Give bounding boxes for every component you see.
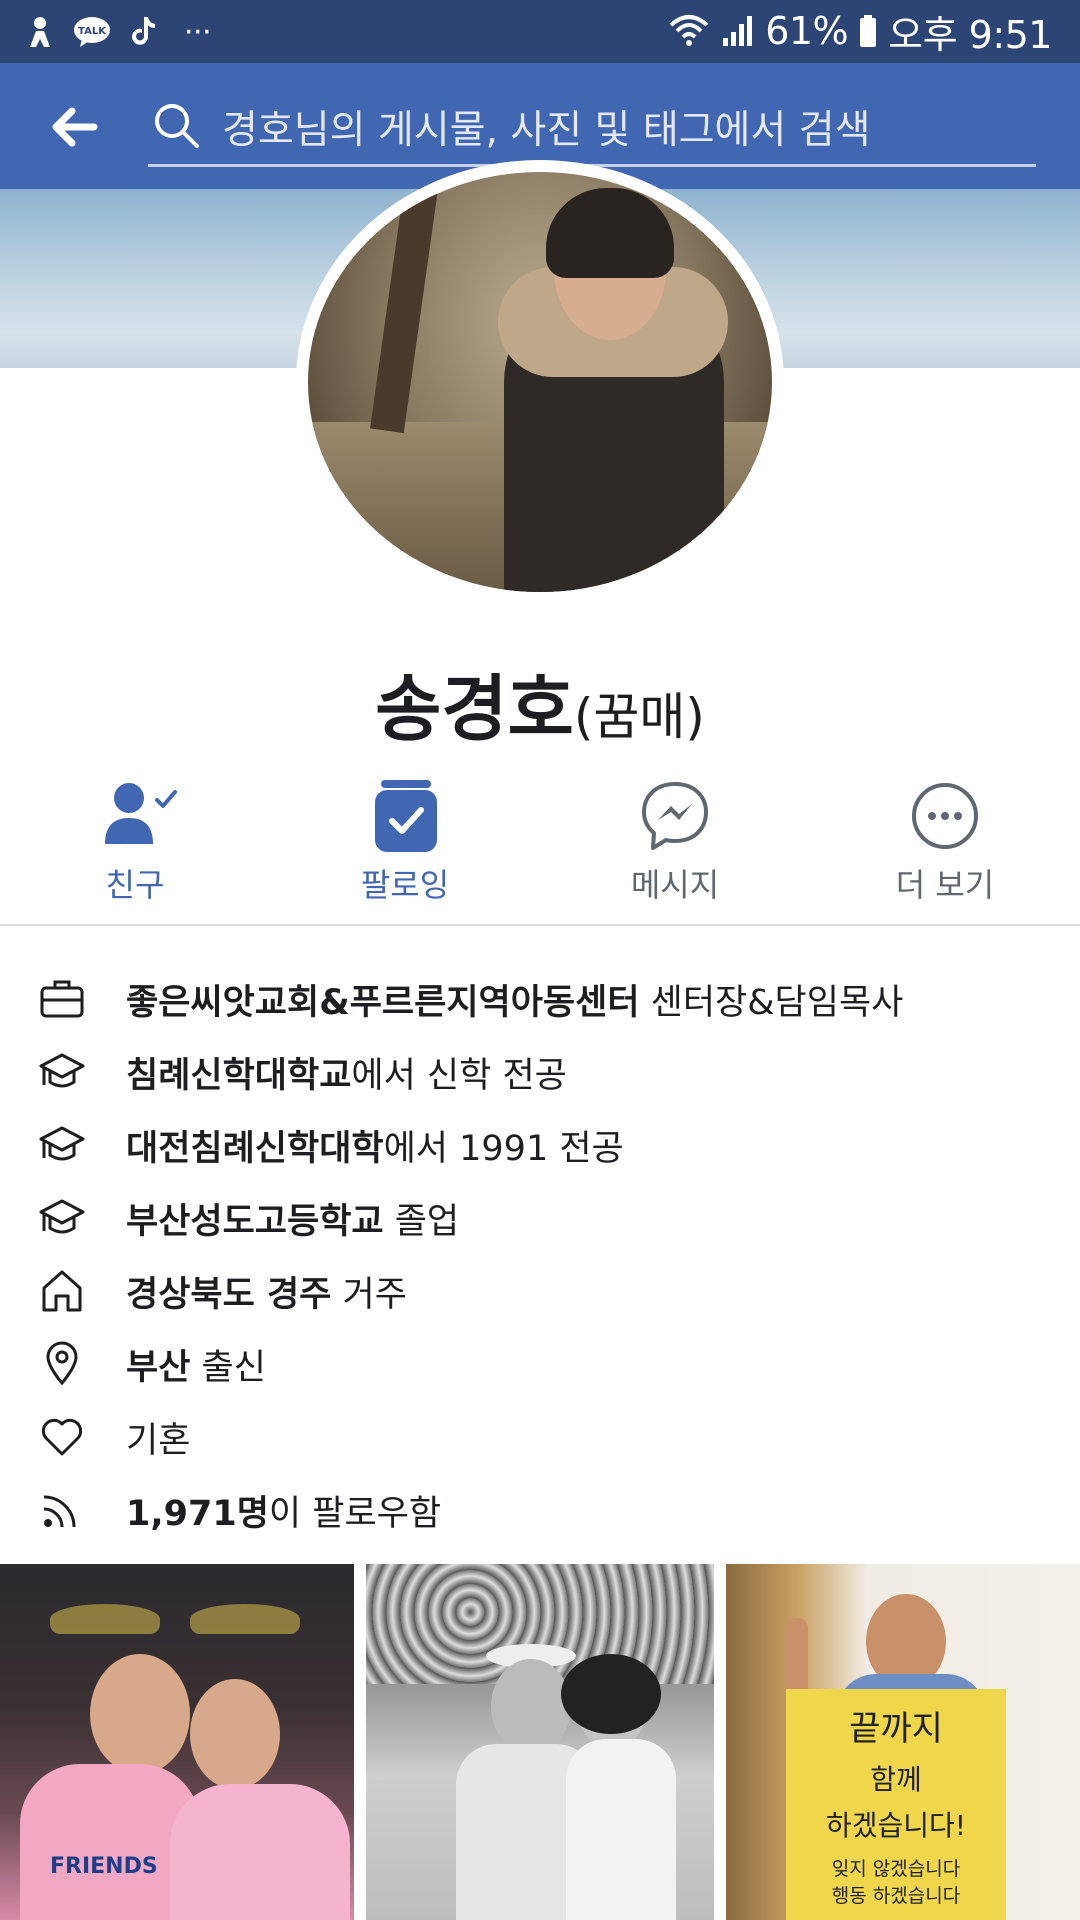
sign-text-line: 함께 xyxy=(870,1763,922,1796)
intro-text: 침례신학대학교에서 신학 전공 xyxy=(126,1056,567,1096)
profile-actions: 친구 팔로잉 메시지 더 보기 xyxy=(0,770,1080,904)
search-placeholder: 경호님의 게시물, 사진 및 태그에서 검색 xyxy=(222,108,871,153)
search-input[interactable]: 경호님의 게시물, 사진 및 태그에서 검색 xyxy=(148,85,1036,167)
notification-icons: TALK ··· xyxy=(26,12,212,52)
featured-photo[interactable] xyxy=(366,1564,714,1920)
intro-text: 기혼 xyxy=(126,1421,191,1461)
back-button[interactable] xyxy=(44,97,104,157)
message-label: 메시지 xyxy=(630,866,720,904)
sign-text-line: 행동 하겠습니다 xyxy=(831,1885,961,1907)
protest-sign: 끝까지 함께 하겠습니다! 잊지 않겠습니다 행동 하겠습니다 xyxy=(786,1689,1006,1920)
sweatshirt-print: FRIENDS xyxy=(50,1854,158,1879)
sign-text-line: 끝까지 xyxy=(849,1709,943,1749)
sign-text-line: 잊지 않겠습니다 xyxy=(831,1858,961,1880)
sign-text-line: 하겠습니다! xyxy=(825,1809,967,1842)
more-dots-icon xyxy=(912,783,978,849)
profile-name: 송경호(꿈매) xyxy=(0,650,1080,755)
clock: 오후 9:51 xyxy=(888,12,1052,57)
status-right: 61% 오후 9:51 xyxy=(667,8,1052,57)
intro-item-hometown[interactable]: 부산 출신 xyxy=(0,1333,1080,1393)
friends-label: 친구 xyxy=(105,866,165,904)
intro-item-work[interactable]: 좋은씨앗교회&푸르른지역아동센터 센터장&담임목사 xyxy=(0,968,1080,1028)
profile-picture[interactable] xyxy=(296,160,784,604)
profile-name-main: 송경호 xyxy=(375,667,574,751)
section-divider xyxy=(0,924,1080,926)
graduation-cap-icon xyxy=(39,1199,85,1234)
status-bar: TALK ··· 61% 오후 9:51 xyxy=(0,0,1080,63)
home-icon xyxy=(42,1270,82,1312)
following-check-icon xyxy=(375,780,437,852)
signal-icon xyxy=(723,16,753,46)
intro-text: 1,971명이 팔로우함 xyxy=(126,1494,442,1534)
svg-text:TALK: TALK xyxy=(78,26,107,37)
kakaotalk-icon: TALK xyxy=(74,17,110,47)
profile-alternate-name: (꿈매) xyxy=(573,688,705,746)
graduation-cap-icon xyxy=(39,1053,85,1088)
more-button[interactable]: 더 보기 xyxy=(810,770,1080,904)
message-button[interactable]: 메시지 xyxy=(540,770,810,904)
graduation-cap-icon xyxy=(39,1126,85,1161)
intro-item-relationship[interactable]: 기혼 xyxy=(0,1406,1080,1466)
tiktok-icon xyxy=(132,17,155,45)
search-icon xyxy=(155,104,199,148)
intro-text: 대전침례신학대학에서 1991 전공 xyxy=(126,1129,624,1169)
kakao-story-icon xyxy=(30,17,50,47)
following-label: 팔로잉 xyxy=(360,866,450,904)
profile-picture-image xyxy=(308,172,772,592)
intro-item-current-city[interactable]: 경상북도 경주 거주 xyxy=(0,1260,1080,1320)
friend-check-icon xyxy=(105,783,177,844)
intro-item-education[interactable]: 대전침례신학대학에서 1991 전공 xyxy=(0,1114,1080,1174)
intro-text: 좋은씨앗교회&푸르른지역아동센터 센터장&담임목사 xyxy=(126,983,904,1023)
messenger-icon xyxy=(642,782,708,850)
intro-text: 부산성도고등학교 졸업 xyxy=(126,1202,460,1242)
intro-item-education[interactable]: 부산성도고등학교 졸업 xyxy=(0,1187,1080,1247)
battery-icon xyxy=(860,15,877,47)
intro-item-followers[interactable]: 1,971명이 팔로우함 xyxy=(0,1479,1080,1539)
briefcase-icon xyxy=(40,980,84,1018)
intro-text: 부산 출신 xyxy=(126,1348,266,1388)
location-pin-icon xyxy=(46,1341,78,1386)
more-label: 더 보기 xyxy=(895,866,995,904)
more-notifications: ··· xyxy=(184,14,212,50)
featured-photo[interactable]: FRIENDS xyxy=(0,1564,354,1920)
following-button[interactable]: 팔로잉 xyxy=(270,770,540,904)
featured-photos: FRIENDS 끝까지 함께 하겠습니다! 잊지 않겠습니다 행동 하겠습니다 xyxy=(0,1564,1080,1920)
heart-icon xyxy=(41,1418,83,1456)
featured-photo[interactable]: 끝까지 함께 하겠습니다! 잊지 않겠습니다 행동 하겠습니다 xyxy=(726,1564,1080,1920)
wifi-icon xyxy=(669,15,709,46)
intro-text: 경상북도 경주 거주 xyxy=(126,1275,407,1315)
friends-button[interactable]: 친구 xyxy=(0,770,270,904)
back-arrow-icon xyxy=(52,107,98,147)
rss-followers-icon xyxy=(43,1495,76,1528)
battery-percent: 61% xyxy=(765,9,849,53)
intro-item-education[interactable]: 침례신학대학교에서 신학 전공 xyxy=(0,1041,1080,1101)
